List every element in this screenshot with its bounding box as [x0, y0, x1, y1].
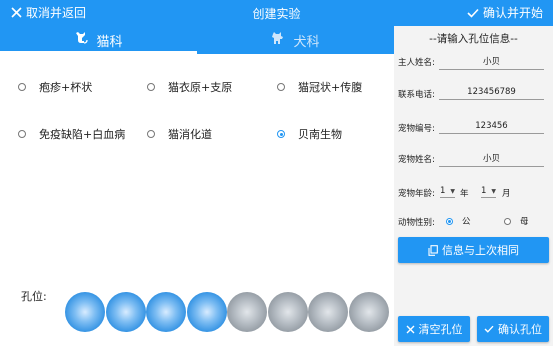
panel-header: --请输入孔位信息--: [429, 33, 518, 45]
age-years-dropdown[interactable]: 1 ▼: [440, 186, 456, 198]
tab-cat-label: 猫科: [96, 34, 123, 50]
clear-wells-label: 清空孔位: [418, 323, 463, 336]
radio-selected-icon: [277, 130, 285, 138]
close-icon: [406, 325, 414, 333]
gender-male-radio[interactable]: 公: [446, 215, 471, 227]
option-beinan-bio[interactable]: 贝南生物: [277, 126, 342, 142]
gender-female-label: 母: [520, 217, 529, 227]
cat-icon: [74, 31, 89, 49]
age-months-value: 1: [481, 186, 487, 196]
clear-wells-button[interactable]: 清空孔位: [398, 316, 470, 342]
option-label: 免疫缺陷+白血病: [39, 128, 126, 141]
confirm-wells-label: 确认孔位: [498, 323, 542, 336]
caret-down-icon: ▼: [491, 187, 497, 195]
top-bar: 取消并返回 创建实验 确认并开始: [0, 0, 553, 26]
phone-field[interactable]: 123456789: [439, 87, 544, 100]
option-label: 猫衣原+支原: [168, 81, 233, 94]
well-row: [65, 292, 389, 332]
cancel-label: 取消并返回: [26, 6, 87, 20]
option-chlamydia-mycoplasma[interactable]: 猫衣原+支原: [147, 79, 232, 95]
option-label: 贝南生物: [298, 128, 342, 141]
radio-icon: [18, 83, 26, 91]
gender-female-radio[interactable]: 母: [504, 215, 529, 227]
dog-icon: [271, 31, 285, 49]
gender-male-label: 公: [462, 217, 471, 227]
radio-icon: [18, 130, 26, 138]
radio-selected-icon: [446, 217, 453, 225]
same-as-last-label: 信息与上次相同: [442, 244, 519, 257]
close-icon: [11, 7, 22, 18]
well-6[interactable]: [267, 292, 308, 332]
well-8[interactable]: [348, 292, 389, 332]
tab-dog-label: 犬科: [293, 34, 320, 50]
tab-cat[interactable]: 猫科: [0, 26, 197, 54]
pet-name-label: 宠物姓名:: [398, 155, 435, 165]
age-months-dropdown[interactable]: 1 ▼: [481, 186, 497, 198]
radio-icon: [147, 130, 155, 138]
well-5[interactable]: [227, 292, 267, 332]
species-tabs: 猫科 犬科: [0, 26, 394, 54]
pet-id-field[interactable]: 123456: [439, 121, 544, 134]
month-unit: 月: [502, 189, 511, 199]
option-coronavirus-fip[interactable]: 猫冠状+传腹: [277, 79, 362, 95]
phone-label: 联系电话:: [398, 90, 435, 100]
owner-name-field[interactable]: 小贝: [439, 55, 544, 70]
radio-icon: [277, 83, 285, 91]
check-icon: [484, 325, 494, 333]
well-info-panel: --请输入孔位信息-- 主人姓名: 小贝 联系电话: 123456789 宠物编…: [394, 26, 553, 346]
cancel-and-return-button[interactable]: 取消并返回: [11, 4, 86, 21]
pet-name-field[interactable]: 小贝: [439, 152, 544, 167]
confirm-and-start-button[interactable]: 确认并开始: [467, 4, 543, 21]
confirm-wells-button[interactable]: 确认孔位: [477, 316, 549, 342]
caret-down-icon: ▼: [450, 187, 456, 195]
well-7[interactable]: [308, 292, 348, 332]
radio-icon: [147, 83, 155, 91]
owner-name-label: 主人姓名:: [398, 58, 435, 68]
copy-icon: [428, 244, 438, 256]
well-1[interactable]: [65, 292, 105, 332]
option-fiv-felv[interactable]: 免疫缺陷+白血病: [18, 126, 125, 142]
option-herpes-calici[interactable]: 疱疹+杯状: [18, 79, 92, 95]
well-2[interactable]: [105, 292, 146, 332]
well-4[interactable]: [186, 292, 227, 332]
pet-age-label: 宠物年龄:: [398, 189, 435, 199]
well-3[interactable]: [146, 292, 186, 332]
check-icon: [467, 8, 479, 18]
pet-id-label: 宠物编号:: [398, 124, 435, 134]
gender-label: 动物性别:: [398, 218, 435, 228]
same-as-last-button[interactable]: 信息与上次相同: [398, 237, 549, 263]
confirm-label: 确认并开始: [482, 6, 543, 20]
option-digestive[interactable]: 猫消化道: [147, 126, 212, 142]
option-label: 疱疹+杯状: [39, 81, 93, 94]
radio-icon: [504, 217, 511, 225]
tab-dog[interactable]: 犬科: [197, 26, 394, 54]
option-label: 猫冠状+传腹: [298, 81, 363, 94]
age-years-value: 1: [440, 186, 446, 196]
wells-label: 孔位:: [21, 290, 47, 303]
year-unit: 年: [460, 189, 469, 199]
option-label: 猫消化道: [168, 128, 212, 141]
